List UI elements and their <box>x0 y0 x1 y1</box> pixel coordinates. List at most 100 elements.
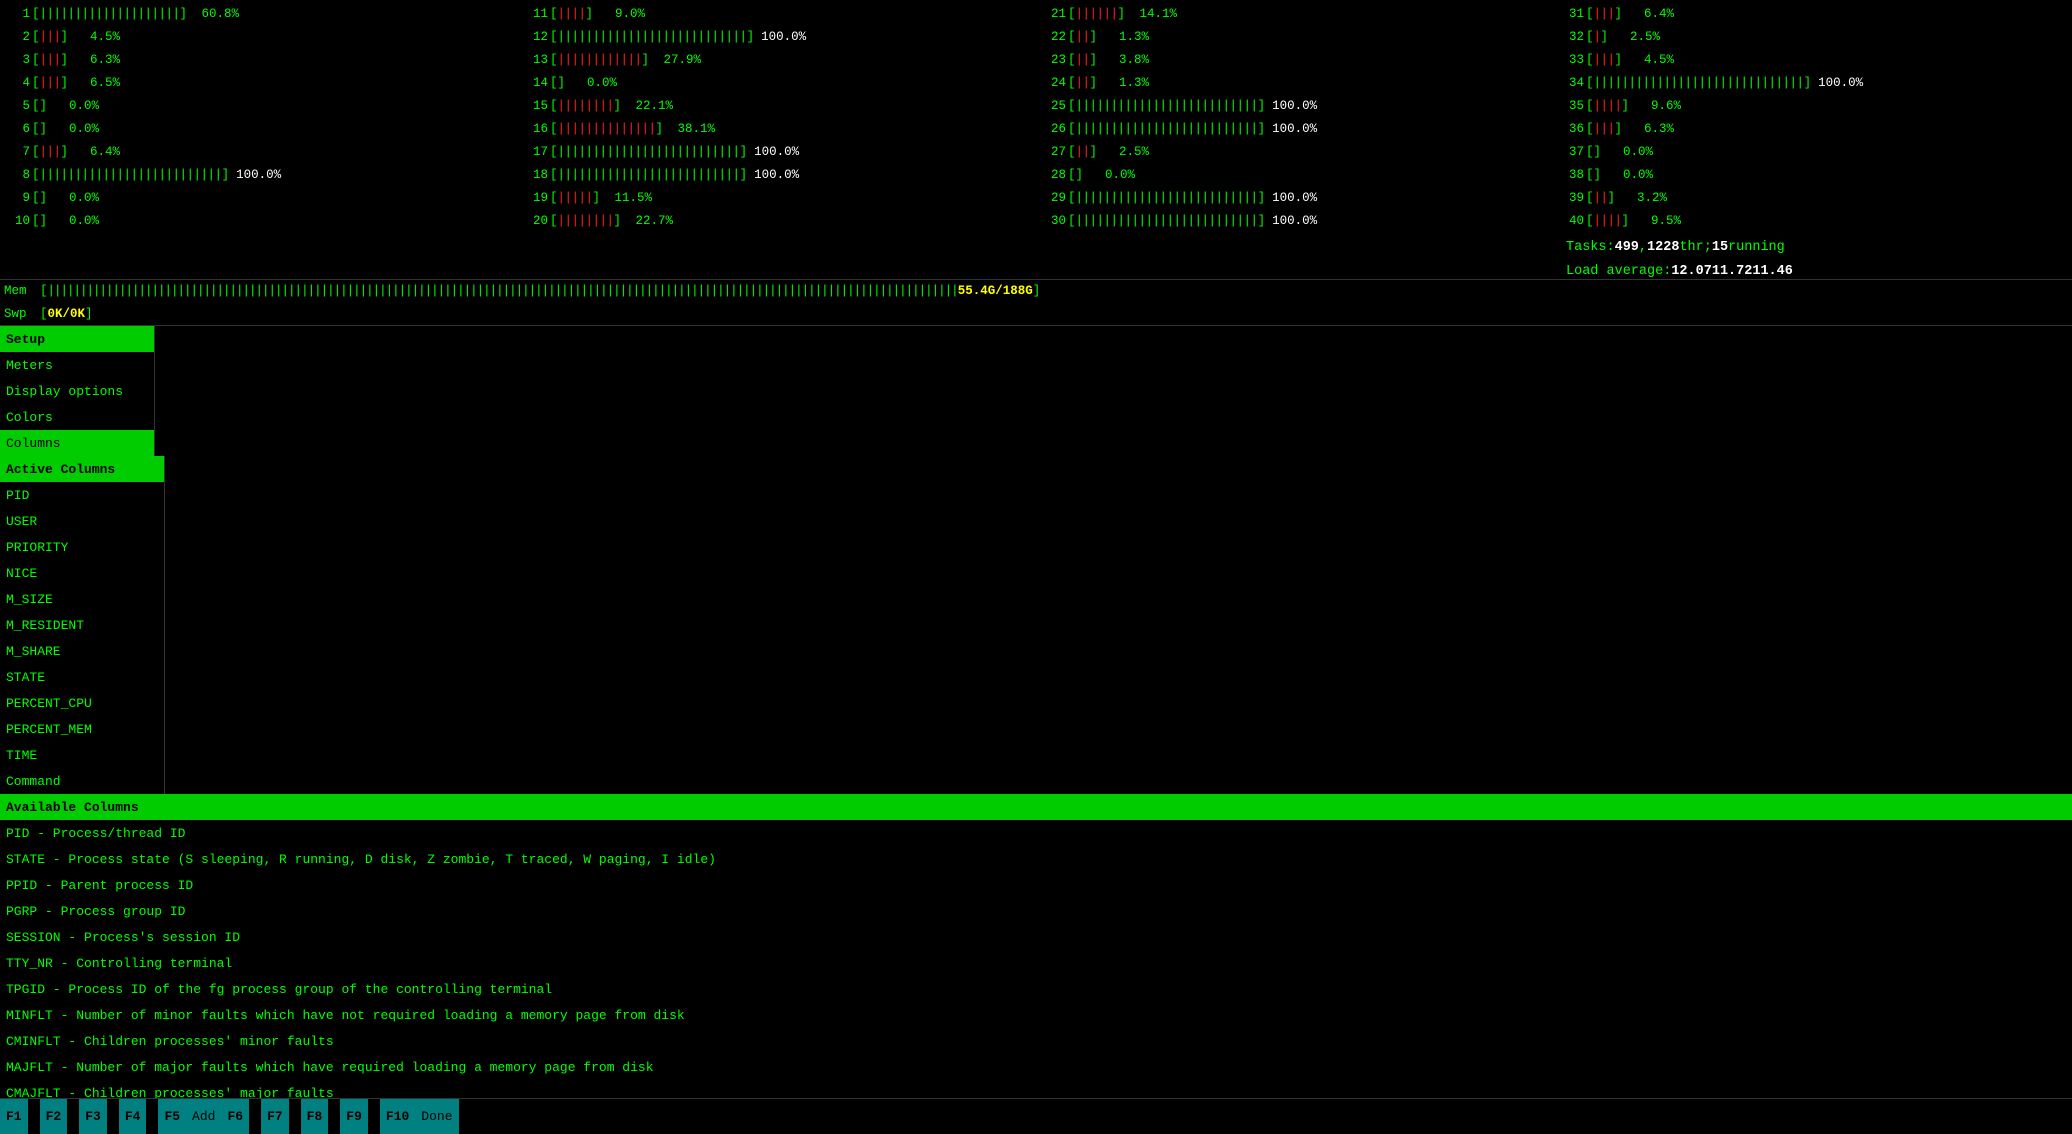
available-column-item[interactable]: MINFLT - Number of minor faults which ha… <box>0 1002 2072 1028</box>
active-items-list: PIDUSERPRIORITYNICEM_SIZEM_RESIDENTM_SHA… <box>0 482 164 794</box>
setup-item[interactable]: Columns <box>0 430 154 456</box>
active-column-item[interactable]: STATE <box>0 664 164 690</box>
cpu-row: 35[||||]9.6% <box>1558 94 2068 117</box>
cpu-row: 28[]0.0% <box>1040 163 1550 186</box>
fkey-num-f1: F1 <box>0 1099 28 1134</box>
cpu-row: 11[||||]9.0% <box>522 2 1032 25</box>
available-column-item[interactable]: PID - Process/thread ID <box>0 820 2072 846</box>
fkey-f9[interactable]: F9 <box>340 1099 380 1134</box>
fkey-f3[interactable]: F3 <box>79 1099 119 1134</box>
fkey-f8[interactable]: F8 <box>301 1099 341 1134</box>
cpu-row: 40[||||]9.5% <box>1558 209 2068 232</box>
available-column-item[interactable]: PGRP - Process group ID <box>0 898 2072 924</box>
cpu-row: 5[]0.0% <box>4 94 514 117</box>
fkey-label-f5: Add <box>186 1099 221 1134</box>
active-column-item[interactable]: TIME <box>0 742 164 768</box>
cpu-row: 25[||||||||||||||||||||||||||]100.0% <box>1040 94 1550 117</box>
setup-items-list: MetersDisplay optionsColorsColumns <box>0 352 154 456</box>
cpu-column-4: 31[|||]6.4%32[|]2.5%33[|||]4.5%34[||||||… <box>1558 2 2068 232</box>
available-column-item[interactable]: TTY_NR - Controlling terminal <box>0 950 2072 976</box>
setup-item[interactable]: Meters <box>0 352 154 378</box>
swp-row: Swp[0K/0K] <box>4 303 2068 326</box>
active-column-item[interactable]: M_SIZE <box>0 586 164 612</box>
cpu-row: 19[|||||]11.5% <box>522 186 1032 209</box>
fkey-f6[interactable]: F6 <box>221 1099 261 1134</box>
available-column-item[interactable]: CMAJFLT - Children processes' major faul… <box>0 1080 2072 1098</box>
tasks-running: 15 <box>1712 237 1728 259</box>
setup-item[interactable]: Display options <box>0 378 154 404</box>
active-column-item[interactable]: M_RESIDENT <box>0 612 164 638</box>
available-column-item[interactable]: MAJFLT - Number of major faults which ha… <box>0 1054 2072 1080</box>
cpu-column-1: 1[||||||||||||||||||||]60.8%2[|||]4.5%3[… <box>0 2 518 277</box>
cpu-row: 10[]0.0% <box>4 209 514 232</box>
cpu-row: 37[]0.0% <box>1558 140 2068 163</box>
cpu-row: 20[||||||||]22.7% <box>522 209 1032 232</box>
cpu-row: 23[||]3.8% <box>1040 48 1550 71</box>
active-column-item[interactable]: USER <box>0 508 164 534</box>
mem-value: 55.4G/188G <box>958 280 1033 303</box>
cpu-row: 14[]0.0% <box>522 71 1032 94</box>
cpu-row: 9[]0.0% <box>4 186 514 209</box>
fkey-f4[interactable]: F4 <box>119 1099 159 1134</box>
available-columns-panel: Available Columns PID - Process/thread I… <box>0 794 2072 1098</box>
tasks-row: Tasks: 499, 1228 thr; 15 running <box>1566 236 2060 260</box>
available-column-item[interactable]: STATE - Process state (S sleeping, R run… <box>0 846 2072 872</box>
active-columns-header: Active Columns <box>0 456 164 482</box>
cpu-row: 1[||||||||||||||||||||]60.8% <box>4 2 514 25</box>
available-column-item[interactable]: TPGID - Process ID of the fg process gro… <box>0 976 2072 1002</box>
active-column-item[interactable]: PRIORITY <box>0 534 164 560</box>
fkey-num-f7: F7 <box>261 1099 289 1134</box>
cpu-row: 29[||||||||||||||||||||||||||]100.0% <box>1040 186 1550 209</box>
cpu-row: 13[||||||||||||]27.9% <box>522 48 1032 71</box>
swp-value: 0K/0K <box>48 303 86 326</box>
available-items-list: PID - Process/thread IDSTATE - Process s… <box>0 820 2072 1098</box>
fkey-f1[interactable]: F1 <box>0 1099 40 1134</box>
fkey-f10[interactable]: F10Done <box>380 1099 459 1134</box>
cpu-row: 3[|||]6.3% <box>4 48 514 71</box>
cpu-row: 8[||||||||||||||||||||||||||]100.0% <box>4 163 514 186</box>
cpu-column-3: 21[||||||]14.1%22[||]1.3%23[||]3.8%24[||… <box>1036 2 1554 277</box>
active-column-item[interactable]: NICE <box>0 560 164 586</box>
cpu-row: 12[|||||||||||||||||||||||||||]100.0% <box>522 25 1032 48</box>
cpu-row: 17[||||||||||||||||||||||||||]100.0% <box>522 140 1032 163</box>
mem-bar-fill: ||||||||||||||||||||||||||||||||||||||||… <box>48 280 958 303</box>
active-columns-panel: Active Columns PIDUSERPRIORITYNICEM_SIZE… <box>0 456 165 794</box>
fkey-num-f9: F9 <box>340 1099 368 1134</box>
fkey-num-f3: F3 <box>79 1099 107 1134</box>
fkey-f7[interactable]: F7 <box>261 1099 301 1134</box>
fkey-num-f2: F2 <box>40 1099 68 1134</box>
active-column-item[interactable]: M_SHARE <box>0 638 164 664</box>
mem-label: Mem <box>4 280 40 303</box>
available-columns-header: Available Columns <box>0 794 2072 820</box>
cpu-row: 6[]0.0% <box>4 117 514 140</box>
active-column-item[interactable]: PERCENT_MEM <box>0 716 164 742</box>
cpu-row: 2[|||]4.5% <box>4 25 514 48</box>
cpu-row: 36[|||]6.3% <box>1558 117 2068 140</box>
active-column-item[interactable]: Command <box>0 768 164 794</box>
setup-panel: Setup MetersDisplay optionsColorsColumns <box>0 326 155 456</box>
available-column-item[interactable]: SESSION - Process's session ID <box>0 924 2072 950</box>
available-column-item[interactable]: CMINFLT - Children processes' minor faul… <box>0 1028 2072 1054</box>
fkey-f5[interactable]: F5Add <box>158 1099 221 1134</box>
setup-header: Setup <box>0 326 154 352</box>
footer: F1 F2 F3 F4 F5AddF6 F7 F8 F9 F10Done <box>0 1098 2072 1134</box>
mem-swp-section: Mem[||||||||||||||||||||||||||||||||||||… <box>0 280 2072 326</box>
setup-item[interactable]: Colors <box>0 404 154 430</box>
cpu-row: 15[||||||||]22.1% <box>522 94 1032 117</box>
available-column-item[interactable]: PPID - Parent process ID <box>0 872 2072 898</box>
cpu-row: 24[||]1.3% <box>1040 71 1550 94</box>
mem-row: Mem[||||||||||||||||||||||||||||||||||||… <box>4 280 2068 303</box>
fkey-num-f8: F8 <box>301 1099 329 1134</box>
active-column-item[interactable]: PERCENT_CPU <box>0 690 164 716</box>
cpu-row: 4[|||]6.5% <box>4 71 514 94</box>
active-column-item[interactable]: PID <box>0 482 164 508</box>
fkey-f2[interactable]: F2 <box>40 1099 80 1134</box>
cpu-column-2: 11[||||]9.0%12[|||||||||||||||||||||||||… <box>518 2 1036 277</box>
cpu-row: 39[||]3.2% <box>1558 186 2068 209</box>
fkey-num-f6: F6 <box>221 1099 249 1134</box>
cpu-row: 33[|||]4.5% <box>1558 48 2068 71</box>
cpu-row: 30[||||||||||||||||||||||||||]100.0% <box>1040 209 1550 232</box>
cpu-column-4-stats: 31[|||]6.4%32[|]2.5%33[|||]4.5%34[||||||… <box>1554 2 2072 277</box>
bottom-section: Setup MetersDisplay optionsColorsColumns… <box>0 326 2072 1098</box>
fkey-num-f5: F5 <box>158 1099 186 1134</box>
